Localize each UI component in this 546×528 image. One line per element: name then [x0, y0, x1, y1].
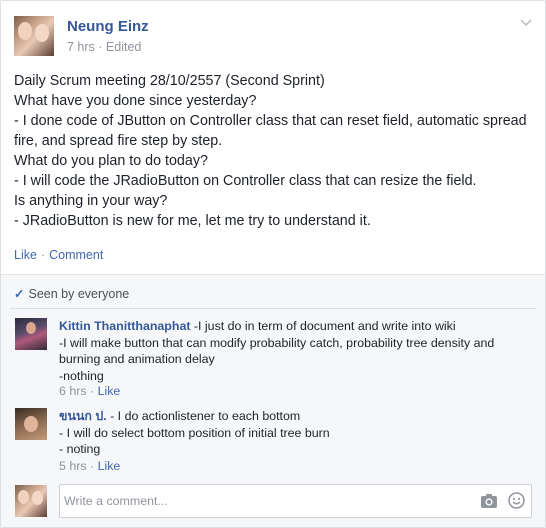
comment-author[interactable]: ขนนก ป.	[59, 409, 107, 423]
comment-input[interactable]	[64, 491, 464, 511]
comment-avatar[interactable]	[15, 318, 47, 350]
post-author-name[interactable]: Neung Einz	[67, 18, 149, 35]
comment: Kittin Thanitthanaphat -I just do in ter…	[59, 318, 529, 384]
seen-by-indicator[interactable]: ✓ Seen by everyone	[14, 286, 129, 301]
checkmark-icon: ✓	[14, 287, 25, 301]
camera-icon[interactable]	[480, 493, 498, 509]
comment-meta: 5 hrs · Like	[59, 459, 120, 473]
divider	[10, 308, 536, 309]
meta-separator: ·	[86, 459, 98, 473]
action-separator: ·	[40, 248, 46, 262]
meta-separator: ·	[94, 40, 106, 54]
chevron-down-icon[interactable]	[520, 17, 532, 29]
comment-meta: 6 hrs · Like	[59, 384, 120, 398]
smiley-icon[interactable]	[508, 492, 525, 509]
comment-like-button[interactable]: Like	[98, 459, 121, 473]
post-body-text: Daily Scrum meeting 28/10/2557 (Second S…	[14, 73, 527, 229]
comment-like-button[interactable]: Like	[98, 384, 121, 398]
comment-author[interactable]: Kittin Thanitthanaphat	[59, 319, 190, 333]
like-button[interactable]: Like	[14, 248, 37, 262]
comment-avatar[interactable]	[15, 408, 47, 440]
comment: ขนนก ป. - I do actionlistener to each bo…	[59, 408, 529, 458]
composer-avatar	[15, 485, 47, 517]
seen-by-label: Seen by everyone	[28, 287, 130, 301]
author-avatar[interactable]	[14, 16, 54, 56]
post-meta: 7 hrs · Edited	[67, 40, 141, 54]
comment-time[interactable]: 5 hrs	[59, 459, 87, 473]
post-actions: Like · Comment	[14, 248, 103, 262]
comment-button[interactable]: Comment	[49, 248, 103, 262]
post-time[interactable]: 7 hrs	[67, 40, 95, 54]
post-card: Neung Einz 7 hrs · Edited Daily Scrum me…	[0, 0, 546, 528]
comment-composer[interactable]	[59, 484, 532, 518]
post-edited[interactable]: Edited	[106, 40, 141, 54]
meta-separator: ·	[86, 384, 98, 398]
comment-time[interactable]: 6 hrs	[59, 384, 87, 398]
